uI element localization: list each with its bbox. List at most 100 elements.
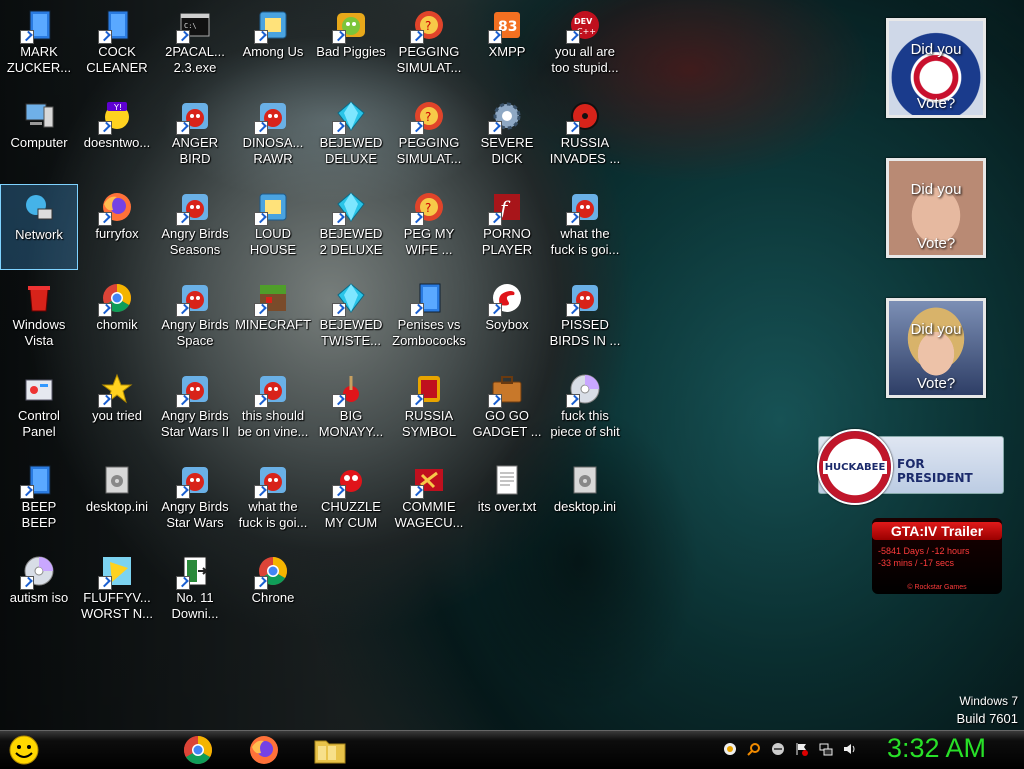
desktop-icon[interactable]: MARK ZUCKER... — [0, 2, 78, 88]
desktop-icon-label: Computer — [10, 135, 68, 150]
desktop-icon[interactable]: RUSSIA INVADES ... — [546, 93, 624, 179]
vote-gadget-text-top: Did you — [910, 181, 962, 198]
computer-icon — [22, 99, 56, 133]
fluffy-icon — [98, 554, 134, 590]
vote-gadget-mccain[interactable]: Did you Vote? — [886, 158, 986, 258]
desktop-icon[interactable]: Penises vs Zombococks — [390, 275, 468, 361]
shortcut-overlay-icon — [566, 394, 580, 408]
shortcut-overlay-icon — [254, 212, 268, 226]
gta-countdown-gadget[interactable]: GTA:IV Trailer -5841 Days / -12 hours -3… — [872, 518, 1002, 594]
shortcut-overlay-icon — [410, 212, 424, 226]
gem-icon — [332, 99, 368, 135]
desktop-icon[interactable]: Control Panel — [0, 366, 78, 452]
desktop-icon[interactable]: Angry Birds Seasons — [156, 184, 234, 270]
desktop-icon-label: 2PACAL... 2.3.exe — [165, 44, 225, 75]
russia-icon — [410, 372, 446, 408]
desktop-icon[interactable]: BEJEWED TWISTE... — [312, 275, 390, 361]
desktop-icon[interactable]: ? PEGGING SIMULAT... — [390, 93, 468, 179]
desktop-icon[interactable]: this should be on vine... — [234, 366, 312, 452]
desktop-icon[interactable]: you tried — [78, 366, 156, 452]
desktop-icon[interactable]: Y! doesntwo... — [78, 93, 156, 179]
desktop-icon[interactable]: what the fuck is goi... — [546, 184, 624, 270]
desktop-icon[interactable]: COMMIE WAGECU... — [390, 457, 468, 543]
desktop-icon[interactable]: Network — [0, 184, 78, 270]
desktop-icon[interactable]: Soybox — [468, 275, 546, 361]
desktop-icon[interactable]: C:\ 2PACAL... 2.3.exe — [156, 2, 234, 88]
desktop-icon[interactable]: Computer — [0, 93, 78, 179]
desktop-icon[interactable]: f PORNO PLAYER — [468, 184, 546, 270]
desktop-icon-label: MARK ZUCKER... — [6, 44, 72, 75]
shortcut-overlay-icon — [410, 303, 424, 317]
desktop-icon[interactable]: Angry Birds Star Wars II — [156, 366, 234, 452]
desktop-icon-label: you tried — [92, 408, 142, 423]
desktop-icon[interactable]: desktop.ini — [78, 457, 156, 543]
huckabee-gadget[interactable]: HUCKABEE FOR PRESIDENT — [817, 429, 1004, 505]
tray-volume-icon[interactable] — [842, 741, 858, 757]
desktop-icon[interactable]: ANGER BIRD — [156, 93, 234, 179]
desktop-icon[interactable]: SEVERE DICK — [468, 93, 546, 179]
desktop-icon[interactable]: PISSED BIRDS IN ... — [546, 275, 624, 361]
start-button[interactable] — [6, 733, 42, 767]
shortcut-overlay-icon — [98, 394, 112, 408]
shortcut-overlay-icon — [488, 30, 502, 44]
tray-search-icon[interactable] — [746, 741, 762, 757]
taskbar-chrome-button[interactable] — [180, 733, 216, 767]
desktop-icon-label: doesntwo... — [83, 135, 151, 150]
desktop-icon[interactable]: Chrone — [234, 548, 312, 634]
desktop-icon-label: GO GO GADGET ... — [472, 408, 542, 439]
desktop-icon[interactable]: BEJEWED 2 DELUXE — [312, 184, 390, 270]
desktop-icon[interactable]: furryfox — [78, 184, 156, 270]
desktop-icon[interactable]: MINECRAFT — [234, 275, 312, 361]
svg-text:Y!: Y! — [113, 103, 122, 112]
desktop-icon[interactable]: FLUFFYV... WORST N... — [78, 548, 156, 634]
desktop-icon[interactable]: what the fuck is goi... — [234, 457, 312, 543]
desktop-icon[interactable]: DEV C++ you all are too stupid... — [546, 2, 624, 88]
desktop-icon[interactable]: BEEP BEEP — [0, 457, 78, 543]
desktop-icon[interactable]: No. 11 Downi... — [156, 548, 234, 634]
desktop-icon[interactable]: chomik — [78, 275, 156, 361]
desktop-icon[interactable]: RUSSIA SYMBOL — [390, 366, 468, 452]
desktop-icon[interactable]: CHUZZLE MY CUM — [312, 457, 390, 543]
desktop-icon[interactable]: desktop.ini — [546, 457, 624, 543]
desktop-icon[interactable]: GO GO GADGET ... — [468, 366, 546, 452]
angry-bird-icon — [176, 463, 212, 499]
tray-action-center-flag-icon[interactable] — [794, 741, 810, 757]
flash-icon: f — [488, 190, 524, 226]
desktop-icon[interactable]: autism iso — [0, 548, 78, 634]
desktop-icon-label: desktop.ini — [85, 499, 149, 514]
desktop-icon[interactable]: Bad Piggies — [312, 2, 390, 88]
desktop-icon[interactable]: 83 XMPP — [468, 2, 546, 88]
tray-emoticon-icon[interactable] — [770, 741, 786, 757]
gem-icon — [332, 190, 368, 226]
desktop-icon[interactable]: BIG MONAYY... — [312, 366, 390, 452]
shortcut-overlay-icon — [176, 121, 190, 135]
taskbar: 3:32 AM — [0, 730, 1024, 769]
desktop-icon[interactable]: Angry Birds Star Wars — [156, 457, 234, 543]
taskbar-explorer-button[interactable] — [312, 733, 348, 767]
desktop-icon[interactable]: COCK CLEANER — [78, 2, 156, 88]
desktop-icon[interactable]: Windows Vista — [0, 275, 78, 361]
desktop-icon[interactable]: its over.txt — [468, 457, 546, 543]
desktop-icon[interactable]: Angry Birds Space — [156, 275, 234, 361]
desktop-icon[interactable]: DINOSA... RAWR — [234, 93, 312, 179]
vote-gadget-obama[interactable]: Did you Vote? — [886, 18, 986, 118]
tray-network-icon[interactable] — [818, 741, 834, 757]
desktop-icon[interactable]: BEJEWED DELUXE — [312, 93, 390, 179]
taskbar-clock[interactable]: 3:32 AM — [887, 733, 986, 764]
console-icon: C:\ — [176, 8, 212, 44]
shortcut-overlay-icon — [488, 212, 502, 226]
desktop-icon[interactable]: ? PEG MY WIFE ... — [390, 184, 468, 270]
vote-gadget-text-bottom: Vote? — [916, 375, 956, 392]
desktop-icon[interactable]: Among Us — [234, 2, 312, 88]
taskbar-firefox-button[interactable] — [246, 733, 282, 767]
firefox-icon — [250, 736, 278, 764]
shortcut-overlay-icon — [176, 212, 190, 226]
vote-gadget-clinton[interactable]: Did you Vote? — [886, 298, 986, 398]
desktop-icon[interactable]: ? PEGGING SIMULAT... — [390, 2, 468, 88]
svg-text:?: ? — [425, 201, 431, 215]
desktop-icon-label: PISSED BIRDS IN ... — [549, 317, 621, 348]
tray-media-icon[interactable] — [722, 741, 738, 757]
desktop-icon[interactable]: fuck this piece of shit — [546, 366, 624, 452]
shortcut-overlay-icon — [566, 121, 580, 135]
desktop-icon[interactable]: LOUD HOUSE — [234, 184, 312, 270]
